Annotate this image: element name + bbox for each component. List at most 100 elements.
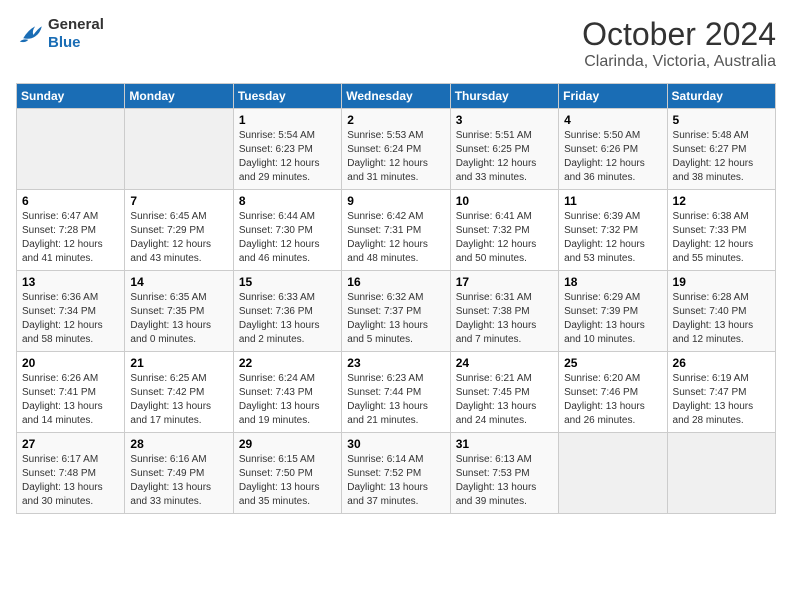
day-number: 18 [564, 275, 661, 289]
day-detail: Sunrise: 6:25 AMSunset: 7:42 PMDaylight:… [130, 372, 227, 428]
weekday-header-sunday: Sunday [17, 84, 125, 109]
logo-text: General Blue [48, 16, 104, 52]
calendar-cell: 21 Sunrise: 6:25 AMSunset: 7:42 PMDayligh… [125, 352, 233, 433]
day-detail: Sunrise: 6:19 AMSunset: 7:47 PMDaylight:… [673, 372, 770, 428]
calendar-cell: 30 Sunrise: 6:14 AMSunset: 7:52 PMDayligh… [342, 433, 450, 514]
day-number: 2 [347, 113, 444, 127]
day-number: 21 [130, 356, 227, 370]
calendar-week-row: 13 Sunrise: 6:36 AMSunset: 7:34 PMDayligh… [17, 271, 776, 352]
weekday-header-wednesday: Wednesday [342, 84, 450, 109]
weekday-header-friday: Friday [559, 84, 667, 109]
calendar-cell: 3 Sunrise: 5:51 AMSunset: 6:25 PMDaylight… [450, 109, 558, 190]
day-number: 22 [239, 356, 336, 370]
day-detail: Sunrise: 6:32 AMSunset: 7:37 PMDaylight:… [347, 291, 444, 347]
location-title: Clarinda, Victoria, Australia [582, 53, 776, 71]
calendar-cell: 23 Sunrise: 6:23 AMSunset: 7:44 PMDayligh… [342, 352, 450, 433]
calendar-cell: 15 Sunrise: 6:33 AMSunset: 7:36 PMDayligh… [233, 271, 341, 352]
calendar-cell [125, 109, 233, 190]
day-detail: Sunrise: 6:17 AMSunset: 7:48 PMDaylight:… [22, 453, 119, 509]
day-detail: Sunrise: 6:16 AMSunset: 7:49 PMDaylight:… [130, 453, 227, 509]
calendar-cell: 12Sunrise: 6:38 AMSunset: 7:33 PMDayligh… [667, 190, 775, 271]
day-number: 24 [456, 356, 553, 370]
day-detail: Sunrise: 6:15 AMSunset: 7:50 PMDaylight:… [239, 453, 336, 509]
day-number: 29 [239, 437, 336, 451]
day-detail: Sunrise: 6:39 AMSunset: 7:32 PMDaylight:… [564, 210, 661, 266]
calendar-week-row: 6 Sunrise: 6:47 AMSunset: 7:28 PMDaylight… [17, 190, 776, 271]
calendar-cell: 16Sunrise: 6:32 AMSunset: 7:37 PMDayligh… [342, 271, 450, 352]
day-detail: Sunrise: 5:48 AMSunset: 6:27 PMDaylight:… [673, 129, 770, 185]
weekday-header-thursday: Thursday [450, 84, 558, 109]
logo-bird-icon [16, 23, 44, 45]
day-number: 13 [22, 275, 119, 289]
day-detail: Sunrise: 5:51 AMSunset: 6:25 PMDaylight:… [456, 129, 553, 185]
calendar-cell: 9Sunrise: 6:42 AMSunset: 7:31 PMDaylight… [342, 190, 450, 271]
day-detail: Sunrise: 6:45 AMSunset: 7:29 PMDaylight:… [130, 210, 227, 266]
day-number: 19 [673, 275, 770, 289]
day-detail: Sunrise: 6:26 AMSunset: 7:41 PMDaylight:… [22, 372, 119, 428]
header: General Blue October 2024 Clarinda, Vict… [16, 16, 776, 71]
calendar-cell: 10 Sunrise: 6:41 AMSunset: 7:32 PMDayligh… [450, 190, 558, 271]
day-number: 10 [456, 194, 553, 208]
day-number: 26 [673, 356, 770, 370]
day-detail: Sunrise: 6:28 AMSunset: 7:40 PMDaylight:… [673, 291, 770, 347]
day-number: 5 [673, 113, 770, 127]
calendar-week-row: 20 Sunrise: 6:26 AMSunset: 7:41 PMDayligh… [17, 352, 776, 433]
day-number: 30 [347, 437, 444, 451]
calendar-cell: 14Sunrise: 6:35 AMSunset: 7:35 PMDayligh… [125, 271, 233, 352]
calendar-cell: 26 Sunrise: 6:19 AMSunset: 7:47 PMDayligh… [667, 352, 775, 433]
calendar-cell [667, 433, 775, 514]
day-number: 20 [22, 356, 119, 370]
day-detail: Sunrise: 6:42 AMSunset: 7:31 PMDaylight:… [347, 210, 444, 266]
weekday-header-tuesday: Tuesday [233, 84, 341, 109]
day-detail: Sunrise: 6:21 AMSunset: 7:45 PMDaylight:… [456, 372, 553, 428]
calendar-cell: 28 Sunrise: 6:16 AMSunset: 7:49 PMDayligh… [125, 433, 233, 514]
day-number: 25 [564, 356, 661, 370]
day-number: 15 [239, 275, 336, 289]
day-detail: Sunrise: 6:31 AMSunset: 7:38 PMDaylight:… [456, 291, 553, 347]
calendar: SundayMondayTuesdayWednesdayThursdayFrid… [16, 83, 776, 514]
day-detail: Sunrise: 5:50 AMSunset: 6:26 PMDaylight:… [564, 129, 661, 185]
calendar-cell: 29 Sunrise: 6:15 AMSunset: 7:50 PMDayligh… [233, 433, 341, 514]
day-detail: Sunrise: 6:41 AMSunset: 7:32 PMDaylight:… [456, 210, 553, 266]
day-number: 4 [564, 113, 661, 127]
logo: General Blue [16, 16, 104, 52]
title-area: October 2024 Clarinda, Victoria, Austral… [582, 16, 776, 71]
day-detail: Sunrise: 6:47 AMSunset: 7:28 PMDaylight:… [22, 210, 119, 266]
day-number: 11 [564, 194, 661, 208]
day-number: 23 [347, 356, 444, 370]
calendar-cell: 27 Sunrise: 6:17 AMSunset: 7:48 PMDayligh… [17, 433, 125, 514]
day-number: 1 [239, 113, 336, 127]
calendar-cell: 8Sunrise: 6:44 AMSunset: 7:30 PMDaylight… [233, 190, 341, 271]
calendar-cell: 7 Sunrise: 6:45 AMSunset: 7:29 PMDaylight… [125, 190, 233, 271]
day-detail: Sunrise: 6:33 AMSunset: 7:36 PMDaylight:… [239, 291, 336, 347]
calendar-week-row: 1Sunrise: 5:54 AMSunset: 6:23 PMDaylight… [17, 109, 776, 190]
calendar-cell: 18 Sunrise: 6:29 AMSunset: 7:39 PMDayligh… [559, 271, 667, 352]
day-number: 3 [456, 113, 553, 127]
logo-blue: Blue [48, 34, 81, 51]
month-title: October 2024 [582, 16, 776, 53]
calendar-cell: 17 Sunrise: 6:31 AMSunset: 7:38 PMDayligh… [450, 271, 558, 352]
calendar-cell: 6 Sunrise: 6:47 AMSunset: 7:28 PMDaylight… [17, 190, 125, 271]
weekday-header-monday: Monday [125, 84, 233, 109]
calendar-cell: 11 Sunrise: 6:39 AMSunset: 7:32 PMDayligh… [559, 190, 667, 271]
calendar-cell: 20 Sunrise: 6:26 AMSunset: 7:41 PMDayligh… [17, 352, 125, 433]
day-detail: Sunrise: 6:20 AMSunset: 7:46 PMDaylight:… [564, 372, 661, 428]
calendar-cell: 5 Sunrise: 5:48 AMSunset: 6:27 PMDaylight… [667, 109, 775, 190]
calendar-cell: 31Sunrise: 6:13 AMSunset: 7:53 PMDayligh… [450, 433, 558, 514]
day-detail: Sunrise: 6:23 AMSunset: 7:44 PMDaylight:… [347, 372, 444, 428]
day-number: 31 [456, 437, 553, 451]
day-number: 28 [130, 437, 227, 451]
day-detail: Sunrise: 6:36 AMSunset: 7:34 PMDaylight:… [22, 291, 119, 347]
day-detail: Sunrise: 6:29 AMSunset: 7:39 PMDaylight:… [564, 291, 661, 347]
day-detail: Sunrise: 6:14 AMSunset: 7:52 PMDaylight:… [347, 453, 444, 509]
day-number: 7 [130, 194, 227, 208]
day-number: 8 [239, 194, 336, 208]
calendar-cell: 24 Sunrise: 6:21 AMSunset: 7:45 PMDayligh… [450, 352, 558, 433]
day-number: 17 [456, 275, 553, 289]
day-number: 6 [22, 194, 119, 208]
calendar-cell [559, 433, 667, 514]
logo-general: General [48, 16, 104, 33]
day-number: 27 [22, 437, 119, 451]
day-number: 12 [673, 194, 770, 208]
day-detail: Sunrise: 6:35 AMSunset: 7:35 PMDaylight:… [130, 291, 227, 347]
